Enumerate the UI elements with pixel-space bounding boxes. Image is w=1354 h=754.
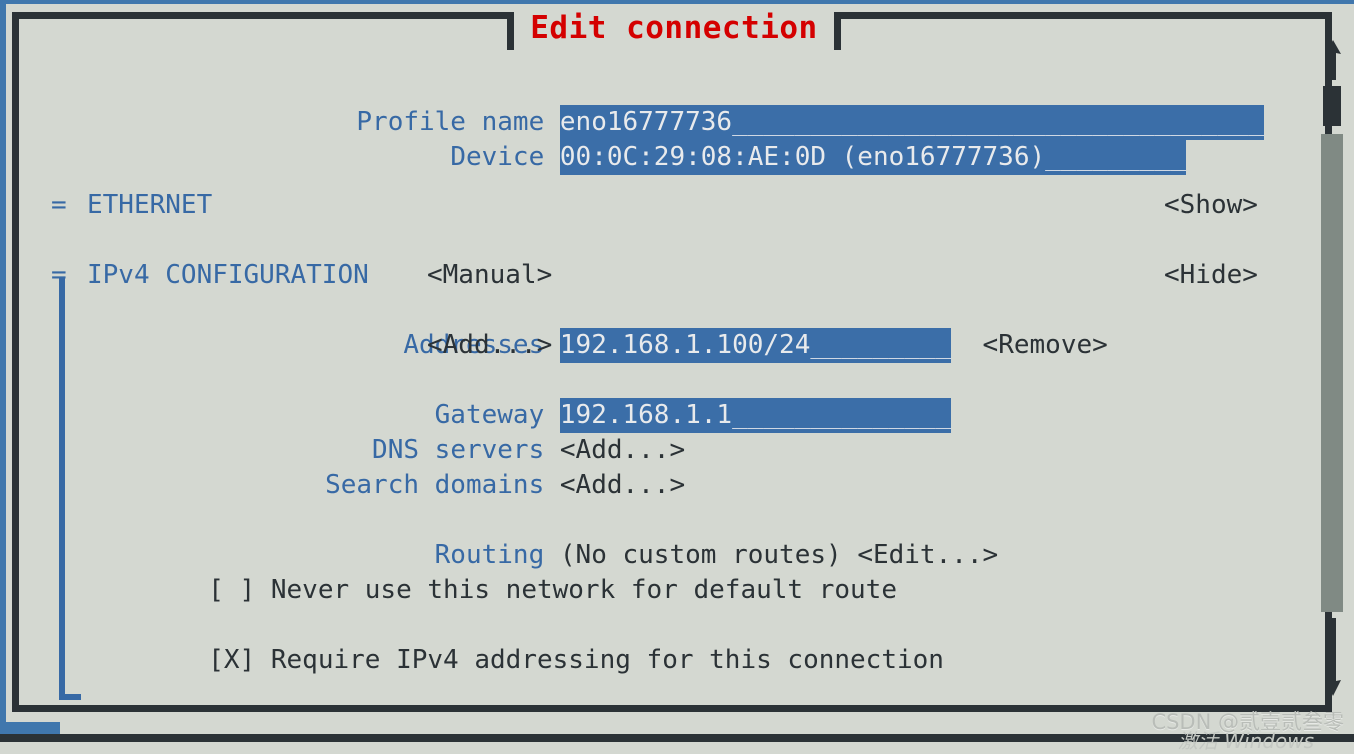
ethernet-section-title: ETHERNET [87, 190, 213, 220]
search-domains-add-button[interactable]: <Add...> [560, 470, 685, 500]
scroll-down-arrow-icon[interactable] [1321, 618, 1345, 696]
screen-bottom-bar [0, 734, 1354, 742]
ipv4-method-select[interactable]: <Manual> [427, 258, 552, 293]
ethernet-show-button[interactable]: <Show> [1164, 188, 1258, 223]
title-separator-left [507, 12, 514, 50]
device-input[interactable]: 00:0C:29:08:AE:0D (eno16777736)_________ [559, 140, 1187, 175]
scroll-up-arrow-icon[interactable] [1321, 38, 1345, 80]
gateway-fill: ______________ [732, 400, 952, 430]
dialog-content: Profile name eno16777736________________… [19, 50, 1325, 705]
never-default-route-checkbox[interactable]: [ ] [208, 575, 255, 605]
terminal-screen: Edit connection Profile name eno16777736… [0, 0, 1354, 753]
device-label: Device [450, 142, 545, 172]
screen-accent-left [0, 0, 6, 722]
device-fill: _________ [1045, 142, 1187, 172]
addresses-add-button[interactable]: <Add...> [427, 328, 552, 363]
addresses-fill: _________ [810, 330, 952, 360]
title-separator-right [834, 12, 841, 50]
scrollbar-thumb[interactable] [1323, 86, 1341, 126]
dialog-border-top-left [12, 12, 507, 19]
ipv4-section-title: IPv4 CONFIGURATION [87, 260, 369, 290]
dialog-title: Edit connection [530, 10, 818, 46]
addresses-input[interactable]: 192.168.1.100/24_________ [559, 328, 952, 363]
scrollbar-track[interactable] [1321, 134, 1343, 612]
dialog-border-left [12, 12, 19, 712]
require-ipv4-checkbox[interactable]: [X] [208, 645, 255, 675]
search-domains-label: Search domains [325, 470, 545, 500]
ipv4-hide-button[interactable]: <Hide> [1164, 258, 1258, 293]
addresses-remove-button[interactable]: <Remove> [983, 330, 1108, 360]
require-ipv4-row[interactable]: [X] Require IPv4 addressing for this con… [83, 608, 944, 713]
device-value: 00:0C:29:08:AE:0D (eno16777736) [559, 142, 1046, 172]
edit-connection-dialog: Edit connection Profile name eno16777736… [12, 10, 1332, 712]
vertical-scrollbar[interactable] [1313, 38, 1354, 698]
screen-accent-top [0, 0, 1354, 4]
screen-accent-bottom [0, 722, 60, 734]
ipv4-tree-corner [59, 694, 81, 700]
require-ipv4-label: Require IPv4 addressing for this connect… [270, 645, 944, 675]
never-default-route-label: Never use this network for default route [270, 575, 897, 605]
dialog-border-top-right [834, 12, 1332, 19]
addresses-value: 192.168.1.100/24 [559, 330, 811, 360]
ethernet-tree-marker[interactable]: = [51, 188, 67, 223]
